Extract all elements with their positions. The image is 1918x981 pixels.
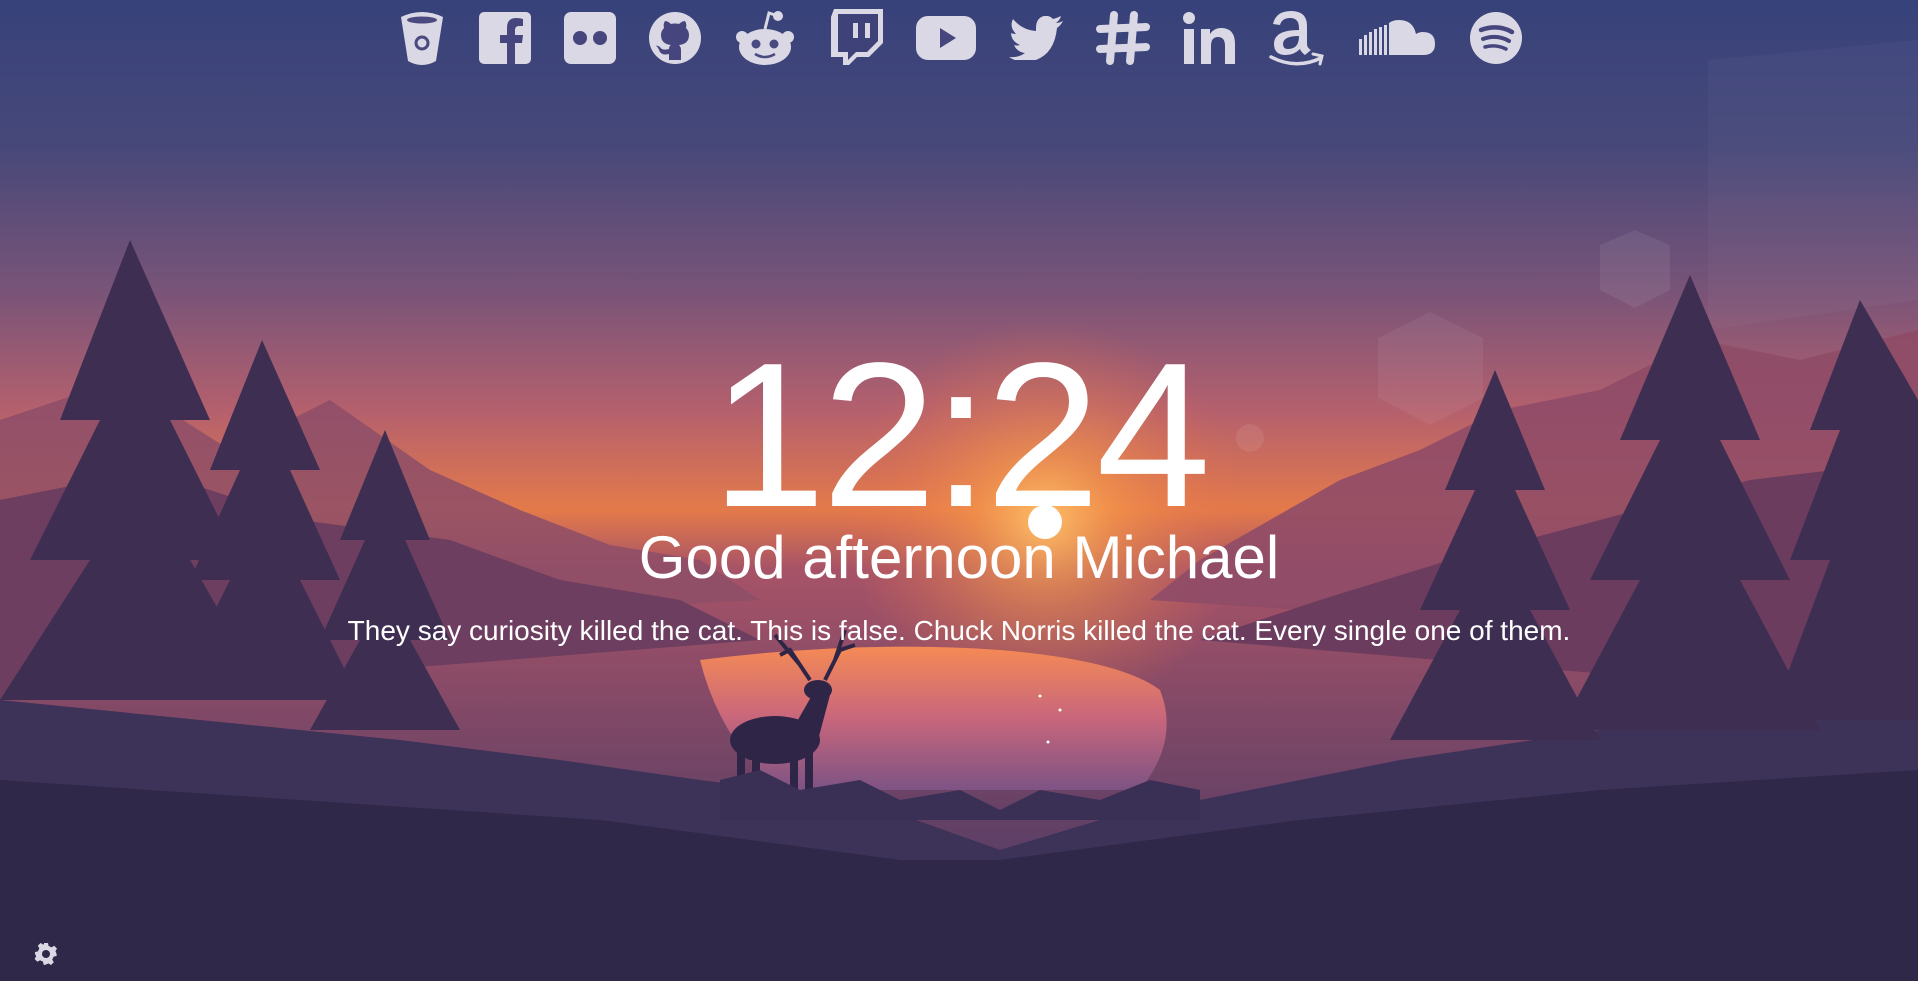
soundcloud-icon[interactable] xyxy=(1359,6,1437,70)
twitter-icon[interactable] xyxy=(1009,6,1063,70)
greeting-text: Good afternoon Michael xyxy=(638,524,1280,591)
amazon-icon[interactable] xyxy=(1268,6,1326,70)
twitch-icon[interactable] xyxy=(829,6,883,70)
clock-time: 12:24 xyxy=(711,320,1211,550)
spotify-icon[interactable] xyxy=(1470,6,1522,70)
reddit-icon[interactable] xyxy=(734,6,796,70)
youtube-icon[interactable] xyxy=(916,6,976,70)
facebook-icon[interactable] xyxy=(479,6,531,70)
settings-button[interactable] xyxy=(34,942,58,966)
github-icon[interactable] xyxy=(649,6,701,70)
flickr-icon[interactable] xyxy=(564,6,616,70)
gear-icon xyxy=(34,943,57,965)
social-links-bar xyxy=(398,6,1522,70)
quote-text: They say curiosity killed the cat. This … xyxy=(347,615,1571,646)
slack-icon[interactable] xyxy=(1096,6,1150,70)
bitbucket-icon[interactable] xyxy=(398,6,446,70)
linkedin-icon[interactable] xyxy=(1183,6,1235,70)
